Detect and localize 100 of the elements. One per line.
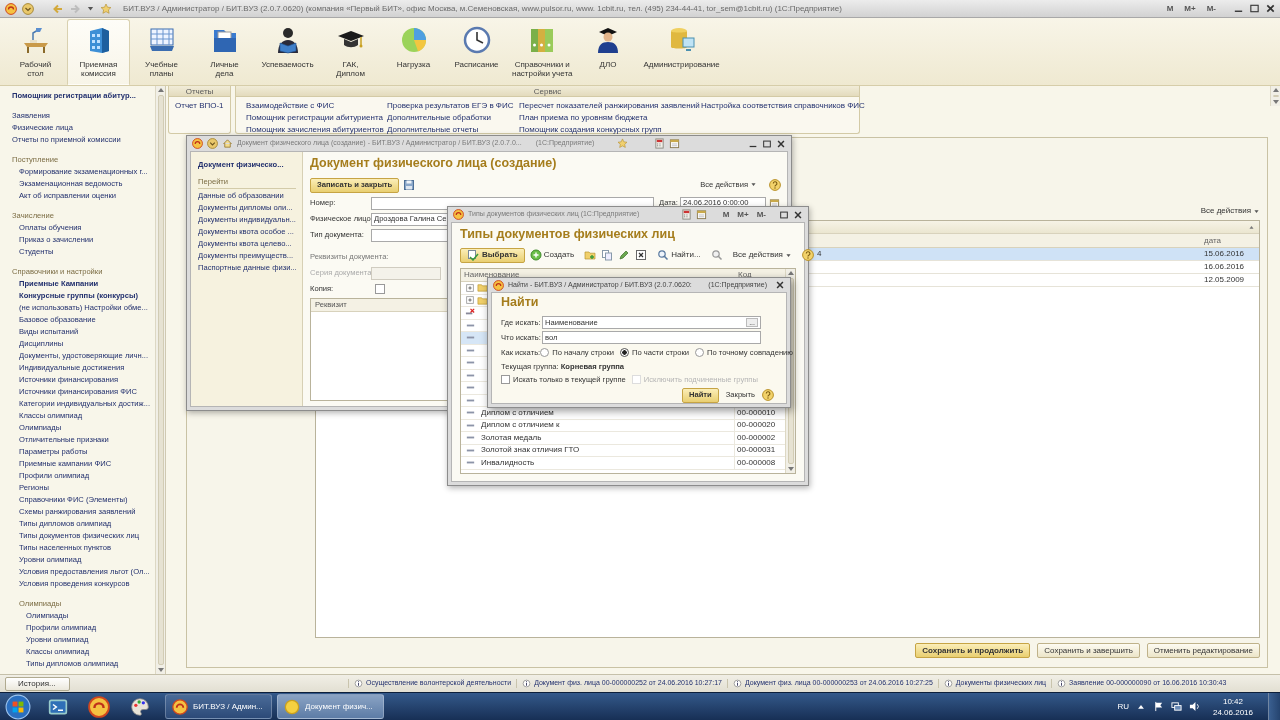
info-icon bbox=[354, 679, 363, 688]
start-orb-icon[interactable] bbox=[5, 693, 31, 720]
command-link[interactable]: Отчет ВПО-1 bbox=[175, 100, 224, 112]
find-button[interactable]: Найти... bbox=[657, 249, 701, 261]
search-options-icon[interactable] bbox=[710, 249, 723, 261]
command-link[interactable]: Помощник регистрации абитуриента bbox=[246, 112, 383, 124]
section-tab[interactable]: Личные дела bbox=[193, 19, 256, 85]
calendar-icon[interactable] bbox=[695, 209, 707, 220]
table-cell: 12.05.2009 bbox=[1203, 275, 1246, 285]
flag-icon[interactable] bbox=[1152, 701, 1164, 712]
section-tab[interactable]: Учебные планы bbox=[130, 19, 193, 85]
panel-heading: Сервис bbox=[533, 87, 562, 96]
section-tab[interactable]: Успеваемость bbox=[256, 19, 319, 85]
select-button[interactable]: Выбрать bbox=[460, 247, 525, 263]
taskbar-button[interactable]: БИТ.ВУЗ / Админ... bbox=[165, 694, 272, 719]
memory-button[interactable]: M bbox=[1163, 3, 1177, 14]
create-button[interactable]: Создать bbox=[529, 249, 575, 261]
checkbox[interactable] bbox=[375, 284, 385, 294]
command-link[interactable]: Проверка результатов ЕГЭ в ФИС bbox=[387, 100, 514, 112]
section-tab[interactable]: Администрирование bbox=[639, 19, 724, 85]
section-tab[interactable]: ГАК, Диплом bbox=[319, 19, 382, 85]
memory-button[interactable]: M+ bbox=[1181, 3, 1199, 14]
history-button[interactable]: История... bbox=[5, 676, 70, 691]
close-icon[interactable] bbox=[1265, 3, 1276, 14]
clock[interactable]: 10:42 24.06.2016 bbox=[1212, 695, 1253, 718]
speaker-icon[interactable] bbox=[1188, 701, 1200, 712]
close-icon[interactable] bbox=[793, 209, 803, 220]
search-icon bbox=[657, 249, 670, 261]
radio-button[interactable] bbox=[540, 348, 550, 357]
menu-icon[interactable] bbox=[207, 138, 218, 149]
logo-icon[interactable] bbox=[87, 695, 110, 718]
command-link[interactable]: Взаимодействие с ФИС bbox=[246, 100, 335, 112]
scrollbar[interactable] bbox=[155, 86, 165, 674]
table-row[interactable]: Золотой знак отличия ГТО 00-000031 bbox=[461, 444, 785, 457]
language-indicator[interactable]: RU bbox=[1117, 701, 1129, 712]
table-cell-text: Инвалидность bbox=[480, 457, 535, 468]
command-link[interactable]: Настройка соответствия справочников ФИС bbox=[701, 100, 865, 112]
table-cell-text: 00-000010 bbox=[736, 407, 777, 418]
add-folder-icon[interactable] bbox=[584, 249, 597, 261]
maximize-icon[interactable] bbox=[762, 138, 772, 149]
table-cell: 4 bbox=[816, 249, 823, 259]
section-tab[interactable]: Справочники и настройки учета bbox=[508, 19, 577, 85]
dropdown-caret-icon[interactable] bbox=[86, 4, 95, 13]
form-button[interactable]: Сохранить и продолжить bbox=[915, 643, 1031, 658]
command-link[interactable]: Дополнительные отчеты bbox=[387, 124, 479, 136]
memory-button[interactable]: M bbox=[720, 209, 732, 220]
close-icon[interactable] bbox=[775, 280, 785, 290]
command-link[interactable]: Дополнительные обработки bbox=[387, 112, 491, 124]
maximize-icon[interactable] bbox=[1249, 3, 1260, 14]
star-icon[interactable] bbox=[617, 138, 628, 149]
info-icon bbox=[522, 679, 532, 688]
column-header[interactable]: дата bbox=[1203, 235, 1222, 246]
help-icon[interactable] bbox=[769, 179, 781, 191]
calendar-icon[interactable] bbox=[669, 138, 680, 149]
form-button[interactable]: Сохранить и завершить bbox=[1037, 643, 1140, 658]
column-header[interactable]: Наименование bbox=[461, 270, 520, 280]
checkbox[interactable] bbox=[501, 375, 510, 384]
show-desktop-button[interactable] bbox=[1268, 693, 1280, 720]
command-link[interactable]: Помощник создания конкурсных групп bbox=[519, 124, 662, 136]
menu-icon[interactable] bbox=[22, 2, 34, 15]
star-icon[interactable] bbox=[100, 2, 112, 15]
table-row[interactable]: Золотая медаль 00-000002 bbox=[461, 432, 785, 445]
all-actions-menu[interactable]: Все действия bbox=[1200, 206, 1260, 216]
network-icon[interactable] bbox=[1170, 701, 1182, 712]
section-tab[interactable]: Расписание bbox=[445, 19, 508, 85]
maximize-icon[interactable] bbox=[779, 209, 789, 220]
table-row[interactable]: Диплом с отличием к 00-000020 bbox=[461, 419, 785, 432]
form-button[interactable]: Отменить редактирование bbox=[1146, 643, 1260, 658]
table-cell: 15.06.2016 bbox=[1203, 249, 1246, 259]
logo-icon[interactable] bbox=[493, 279, 504, 291]
delete-icon[interactable] bbox=[635, 249, 648, 261]
dropdown-caret-icon bbox=[750, 181, 757, 189]
section-tab[interactable]: ДЛО bbox=[576, 19, 640, 85]
all-actions-menu[interactable]: Все действия bbox=[732, 250, 792, 260]
logo-icon[interactable] bbox=[453, 209, 464, 220]
copy-icon[interactable] bbox=[601, 249, 614, 261]
help-icon[interactable] bbox=[762, 389, 774, 401]
section-tab[interactable]: Рабочий стол bbox=[4, 19, 67, 85]
command-link[interactable]: План приема по уровням бюджета bbox=[519, 112, 648, 124]
section-tab[interactable]: Приемная комиссия bbox=[67, 19, 130, 85]
memory-button[interactable]: M+ bbox=[735, 209, 751, 220]
command-link[interactable]: Помощник зачисления абитуриентов bbox=[246, 124, 384, 136]
palette-icon[interactable] bbox=[129, 696, 150, 717]
section-tab[interactable]: Нагрузка bbox=[382, 19, 445, 85]
help-icon[interactable] bbox=[801, 249, 814, 261]
memory-button[interactable]: M- bbox=[1203, 3, 1219, 14]
logo-icon[interactable] bbox=[5, 2, 17, 15]
close-icon[interactable] bbox=[776, 138, 786, 149]
memory-button[interactable]: M- bbox=[754, 209, 768, 220]
table-row[interactable]: Инвалидность 00-000008 bbox=[461, 457, 785, 470]
scrollbar[interactable] bbox=[1270, 86, 1280, 106]
calculator-icon[interactable] bbox=[680, 209, 692, 220]
logo-icon[interactable] bbox=[192, 138, 203, 149]
logo-icon bbox=[172, 698, 188, 715]
window-title: БИТ.ВУЗ / Администратор / БИТ.ВУЗ (2.0.7.0620) (компания «Первый БИТ», офис Москва, м.Семеновская, www.pulsor.ru, www. 1cbit.ru, тел. (495) 234-44-41, tor_sem@1cbit.ru) (1С:Предприятие) bbox=[122, 3, 842, 14]
radio-button[interactable] bbox=[620, 348, 630, 357]
radio-button[interactable] bbox=[694, 348, 704, 357]
command-link[interactable]: Пересчет показателей ранжирования заявлений bbox=[519, 100, 700, 112]
table-cell-text: 00-000008 bbox=[736, 457, 777, 468]
calculator-icon[interactable] bbox=[654, 138, 665, 149]
